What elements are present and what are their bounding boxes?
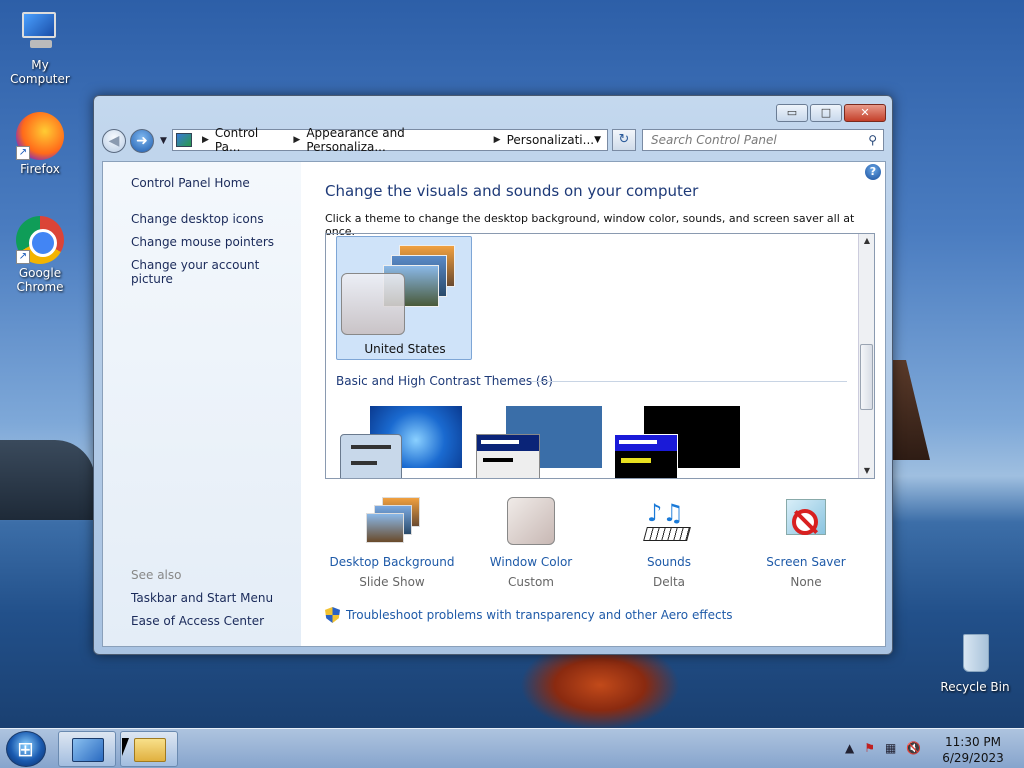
desktop-icon-firefox[interactable]: ↗ Firefox [0,112,80,176]
shortcut-arrow-icon: ↗ [16,146,30,160]
network-icon[interactable]: ▦ [885,741,896,755]
desktop-icon-label: Google Chrome [16,266,64,294]
taskbar-clock[interactable]: 11:30 PM 6/29/2023 [942,734,1004,766]
sounds-icon: ♪♫ [641,497,697,549]
clock-date: 6/29/2023 [942,751,1004,765]
theme-group-header: Basic and High Contrast Themes (6) [336,374,553,388]
desktop-icon-my-computer[interactable]: My Computer [0,8,80,86]
window-color-icon [503,497,559,549]
breadcrumb-separator[interactable]: ▶ [202,135,209,145]
volume-muted-icon[interactable]: 🔇 [906,741,921,755]
theme-list: United States Basic and High Contrast Th… [325,233,875,479]
tool-name[interactable]: Desktop Background [323,555,461,569]
tool-value: Slide Show [359,575,425,589]
link-change-account-picture[interactable]: Change your account picture [131,258,301,286]
link-taskbar-start-menu[interactable]: Taskbar and Start Menu [131,591,273,605]
desktop-icon-google-chrome[interactable]: ↗ Google Chrome [0,216,80,294]
tool-screen-saver[interactable]: Screen Saver None [737,497,875,589]
desktop-wallpaper-cliff [890,360,930,460]
show-hidden-icons-button[interactable]: ▲ [845,741,854,755]
scrollbar-thumb[interactable] [860,344,873,410]
tool-value: Custom [508,575,554,589]
start-button[interactable] [6,731,46,767]
search-icon[interactable]: ⚲ [868,133,877,147]
control-panel-icon [72,738,104,762]
troubleshoot-link[interactable]: Troubleshoot problems with transparency … [325,607,733,623]
control-panel-icon [176,133,192,147]
link-change-desktop-icons[interactable]: Change desktop icons [131,212,264,226]
breadcrumb-personalization[interactable]: Personalizati... [507,133,594,147]
breadcrumb-appearance[interactable]: Appearance and Personaliza... [306,126,487,154]
shield-icon [325,607,340,623]
tool-value: None [790,575,822,589]
theme-windows-classic[interactable] [476,406,612,478]
address-bar[interactable]: ▶ Control Pa... ▶ Appearance and Persona… [172,126,608,154]
search-input[interactable]: Search Control Panel ⚲ [642,129,884,151]
clock-time: 11:30 PM [945,735,1001,749]
desktop-background-icon [364,497,420,549]
desktop-wallpaper-rocks [0,440,95,520]
desktop-icon-label: Firefox [20,162,60,176]
tool-sounds[interactable]: ♪♫ Sounds Delta [600,497,738,589]
scroll-down-arrow-icon[interactable]: ▼ [859,464,874,478]
search-placeholder: Search Control Panel [651,133,777,147]
tool-name[interactable]: Window Color [462,555,600,569]
forward-button[interactable]: ➜ [130,129,154,153]
theme-high-contrast[interactable] [614,406,750,478]
tool-desktop-background[interactable]: Desktop Background Slide Show [323,497,461,589]
navigation-bar: ◀ ➜ ▼ ▶ Control Pa... ▶ Appearance and P… [102,126,884,154]
computer-icon [16,8,64,56]
taskbar-control-panel[interactable] [58,731,116,767]
minimize-button[interactable]: ▭ [776,104,808,122]
see-also-heading: See also [131,568,182,582]
close-button[interactable]: ✕ [844,104,886,122]
window-controls: ▭ □ ✕ [776,104,886,122]
recent-pages-dropdown[interactable]: ▼ [160,136,167,146]
desktop-icon-label: Recycle Bin [940,680,1010,694]
theme-label: United States [364,342,446,356]
back-button[interactable]: ◀ [102,129,126,153]
breadcrumb-separator[interactable]: ▶ [293,135,300,145]
breadcrumb-control-panel[interactable]: Control Pa... [215,126,288,154]
address-dropdown-button[interactable]: ▼ [594,135,601,145]
content-area: Control Panel Home Change desktop icons … [102,161,886,647]
tool-name[interactable]: Screen Saver [737,555,875,569]
shortcut-arrow-icon: ↗ [16,250,30,264]
theme-united-states[interactable]: United States [336,236,472,360]
theme-window-preview [341,273,405,335]
tool-value: Delta [652,575,685,589]
system-tray: ▲ ⚑ ▦ 🔇 [845,741,921,755]
help-icon[interactable]: ? [865,164,881,180]
folder-icon [134,738,166,762]
breadcrumb-separator[interactable]: ▶ [494,135,501,145]
chrome-icon: ↗ [16,216,64,264]
firefox-icon: ↗ [16,112,64,160]
troubleshoot-label[interactable]: Troubleshoot problems with transparency … [346,608,733,622]
recycle-bin-icon [951,630,999,678]
tool-name[interactable]: Sounds [600,555,738,569]
link-ease-of-access-center[interactable]: Ease of Access Center [131,614,264,628]
theme-windows-7-basic[interactable] [340,406,476,478]
scroll-up-arrow-icon[interactable]: ▲ [859,234,874,248]
link-control-panel-home[interactable]: Control Panel Home [131,176,250,190]
taskbar: ▲ ⚑ ▦ 🔇 11:30 PM 6/29/2023 [0,728,1024,768]
page-title: Change the visuals and sounds on your co… [325,182,699,200]
group-divider [531,381,847,382]
maximize-button[interactable]: □ [810,104,842,122]
personalization-window: ▭ □ ✕ ◀ ➜ ▼ ▶ Control Pa... ▶ Appearance… [93,95,893,655]
left-pane: Control Panel Home Change desktop icons … [103,162,301,646]
refresh-button[interactable]: ↻ [612,129,636,151]
link-change-mouse-pointers[interactable]: Change mouse pointers [131,235,274,249]
action-center-flag-icon[interactable]: ⚑ [864,741,875,755]
theme-list-scrollbar[interactable]: ▲ ▼ [858,234,874,478]
desktop-icon-label: My Computer [10,58,70,86]
desktop-icon-recycle-bin[interactable]: Recycle Bin [935,630,1015,694]
tool-window-color[interactable]: Window Color Custom [462,497,600,589]
mouse-cursor-icon [122,738,129,756]
screen-saver-icon [778,497,834,549]
